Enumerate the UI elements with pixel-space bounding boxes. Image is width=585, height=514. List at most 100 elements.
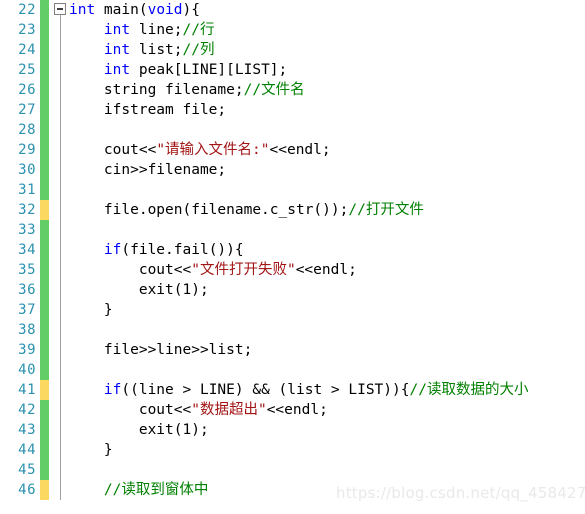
token-plain: ifstream file; bbox=[69, 102, 227, 118]
line-number: 31 bbox=[18, 182, 36, 198]
outline-column bbox=[53, 460, 69, 480]
change-bar-unsaved bbox=[40, 480, 49, 500]
line-number: 30 bbox=[18, 162, 36, 178]
token-kw: int bbox=[103, 22, 131, 38]
code-text[interactable]: cin>>filename; bbox=[69, 160, 226, 180]
code-text[interactable]: int list;//列 bbox=[69, 40, 215, 60]
code-line[interactable]: 42 cout<<"数据超出"<<endl; bbox=[0, 400, 585, 420]
code-text[interactable]: if((line > LINE) && (list > LIST)){//读取数… bbox=[69, 380, 529, 400]
code-text[interactable]: } bbox=[69, 440, 113, 460]
fold-guide-line bbox=[60, 160, 61, 180]
code-line[interactable]: 26 string filename;//文件名 bbox=[0, 80, 585, 100]
code-line[interactable]: 37 } bbox=[0, 300, 585, 320]
fold-guide-line bbox=[60, 420, 61, 440]
code-text[interactable]: cout<<"文件打开失败"<<endl; bbox=[69, 260, 357, 280]
fold-guide-line bbox=[60, 400, 61, 420]
code-line[interactable]: 31 bbox=[0, 180, 585, 200]
token-cmt: //文件名 bbox=[243, 82, 305, 98]
change-bar-saved bbox=[40, 240, 49, 260]
change-bar-saved bbox=[40, 0, 49, 20]
outline-column bbox=[53, 200, 69, 220]
fold-guide-line bbox=[60, 380, 61, 400]
line-number: 29 bbox=[18, 142, 36, 158]
line-number: 34 bbox=[18, 242, 36, 258]
token-plain: <<endl; bbox=[269, 142, 331, 158]
line-number: 36 bbox=[18, 282, 36, 298]
fold-guide-line bbox=[60, 80, 61, 100]
outline-column bbox=[53, 20, 69, 40]
code-line[interactable]: 35 cout<<"文件打开失败"<<endl; bbox=[0, 260, 585, 280]
change-bar-saved bbox=[40, 40, 49, 60]
fold-guide-line bbox=[60, 140, 61, 160]
code-text[interactable]: exit(1); bbox=[69, 420, 209, 440]
change-bar-saved bbox=[40, 400, 49, 420]
line-number: 23 bbox=[18, 22, 36, 38]
collapse-minus-icon[interactable] bbox=[54, 3, 66, 15]
token-kw: if bbox=[103, 382, 122, 398]
outline-column bbox=[53, 340, 69, 360]
fold-guide-line bbox=[60, 340, 61, 360]
code-line[interactable]: 24 int list;//列 bbox=[0, 40, 585, 60]
outline-column bbox=[53, 120, 69, 140]
code-text[interactable]: ifstream file; bbox=[69, 100, 226, 120]
line-number: 44 bbox=[18, 442, 36, 458]
token-plain: cout<< bbox=[69, 262, 192, 278]
fold-guide-line bbox=[60, 360, 61, 380]
line-number: 37 bbox=[18, 302, 36, 318]
code-line[interactable]: 25 int peak[LINE][LIST]; bbox=[0, 60, 585, 80]
code-line[interactable]: 40 bbox=[0, 360, 585, 380]
code-text[interactable]: int main(void){ bbox=[69, 0, 200, 20]
code-text[interactable]: file.open(filename.c_str());//打开文件 bbox=[69, 200, 424, 220]
code-text[interactable]: int line;//行 bbox=[69, 20, 215, 40]
code-text[interactable]: cout<<"请输入文件名:"<<endl; bbox=[69, 140, 331, 160]
code-line[interactable]: 22 int main(void){ bbox=[0, 0, 585, 20]
code-line[interactable]: 27 ifstream file; bbox=[0, 100, 585, 120]
code-line[interactable]: 39 file>>line>>list; bbox=[0, 340, 585, 360]
change-bar-saved bbox=[40, 260, 49, 280]
code-text[interactable]: file>>line>>list; bbox=[69, 340, 252, 360]
change-bar-unsaved bbox=[40, 380, 49, 400]
code-text[interactable]: //读取到窗体中 bbox=[69, 480, 208, 500]
outline-column bbox=[53, 80, 69, 100]
code-line[interactable]: 33 bbox=[0, 220, 585, 240]
change-bar-saved bbox=[40, 180, 49, 200]
line-number: 28 bbox=[18, 122, 36, 138]
code-line[interactable]: 43 exit(1); bbox=[0, 420, 585, 440]
code-text[interactable]: string filename;//文件名 bbox=[69, 80, 305, 100]
token-plain: <<endl; bbox=[266, 402, 328, 418]
code-line[interactable]: 45 bbox=[0, 460, 585, 480]
code-line[interactable]: 28 bbox=[0, 120, 585, 140]
outline-column bbox=[53, 60, 69, 80]
code-line[interactable]: 23 int line;//行 bbox=[0, 20, 585, 40]
code-editor[interactable]: 22 int main(void){23 int line;//行 24 int l… bbox=[0, 0, 585, 514]
code-line[interactable]: 36 exit(1); bbox=[0, 280, 585, 300]
code-lines-container[interactable]: 22 int main(void){23 int line;//行 24 int l… bbox=[0, 0, 585, 500]
line-number: 40 bbox=[18, 362, 36, 378]
code-line[interactable]: 32 file.open(filename.c_str());//打开文件 bbox=[0, 200, 585, 220]
token-plain: } bbox=[69, 442, 113, 458]
token-plain: exit(1); bbox=[69, 282, 209, 298]
change-bar-saved bbox=[40, 340, 49, 360]
outline-column bbox=[53, 280, 69, 300]
code-text[interactable]: } bbox=[69, 300, 113, 320]
code-line[interactable]: 30 cin>>filename; bbox=[0, 160, 585, 180]
token-cmt: //读取数据的大小 bbox=[409, 382, 529, 398]
change-bar-saved bbox=[40, 160, 49, 180]
code-line[interactable]: 38 bbox=[0, 320, 585, 340]
code-line[interactable]: 44 } bbox=[0, 440, 585, 460]
fold-guide-line bbox=[60, 20, 61, 40]
code-line[interactable]: 34 if(file.fail()){ bbox=[0, 240, 585, 260]
change-bar-saved bbox=[40, 60, 49, 80]
code-text[interactable]: exit(1); bbox=[69, 280, 209, 300]
token-plain: list; bbox=[130, 42, 183, 58]
line-number: 38 bbox=[18, 322, 36, 338]
code-line[interactable]: 29 cout<<"请输入文件名:"<<endl; bbox=[0, 140, 585, 160]
code-line[interactable]: 41 if((line > LINE) && (list > LIST)){//… bbox=[0, 380, 585, 400]
fold-guide-line bbox=[60, 480, 61, 500]
code-text[interactable]: if(file.fail()){ bbox=[69, 240, 244, 260]
code-text[interactable]: int peak[LINE][LIST]; bbox=[69, 60, 287, 80]
change-bar-saved bbox=[40, 300, 49, 320]
code-text[interactable]: cout<<"数据超出"<<endl; bbox=[69, 400, 328, 420]
change-bar-saved bbox=[40, 360, 49, 380]
